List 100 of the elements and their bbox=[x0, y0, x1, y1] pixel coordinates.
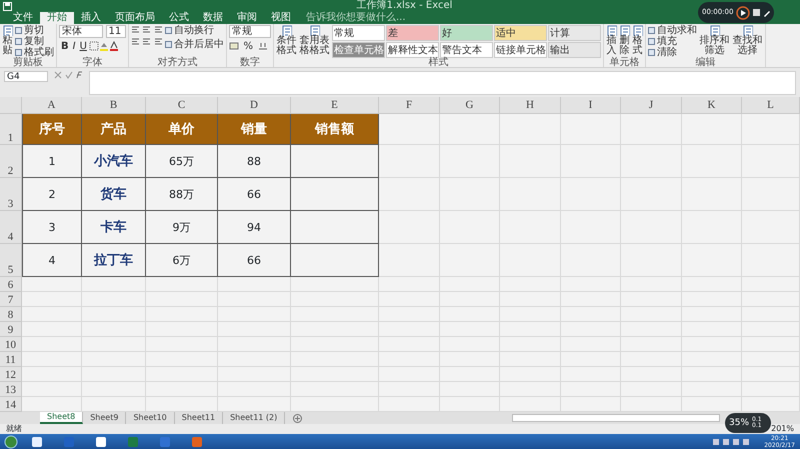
horizontal-scrollbar[interactable] bbox=[512, 414, 720, 422]
ribbon-tab[interactable]: 数据 bbox=[196, 12, 230, 24]
ribbon-button[interactable]: 查找和选择 bbox=[732, 25, 763, 56]
font-color-icon[interactable] bbox=[108, 40, 119, 50]
style-swatch[interactable]: 差 bbox=[386, 25, 439, 41]
ribbon-tab[interactable]: 视图 bbox=[264, 12, 298, 24]
column-header[interactable]: G bbox=[440, 97, 500, 114]
style-swatch[interactable]: 好 bbox=[440, 25, 493, 41]
document-icon bbox=[632, 25, 643, 36]
table-cell: 66 bbox=[218, 244, 291, 277]
column-header[interactable]: J bbox=[621, 97, 682, 114]
style-swatch[interactable]: 常规 bbox=[332, 25, 385, 41]
column-header[interactable]: L bbox=[742, 97, 800, 114]
play-icon[interactable] bbox=[736, 6, 750, 20]
ribbon-button[interactable]: 清除 bbox=[648, 47, 697, 58]
search-hint[interactable]: 告诉我你想要做什么... bbox=[306, 12, 406, 24]
empty-cell[interactable] bbox=[291, 244, 379, 277]
row-header[interactable]: 8 bbox=[0, 307, 22, 322]
column-header[interactable]: F bbox=[379, 97, 440, 114]
row-header[interactable]: 9 bbox=[0, 322, 22, 337]
column-header[interactable]: C bbox=[146, 97, 218, 114]
ribbon-button[interactable]: 粘贴 bbox=[2, 25, 13, 56]
size-field[interactable]: 11 bbox=[106, 25, 126, 38]
ribbon-button[interactable]: 格式刷 bbox=[15, 47, 54, 58]
ribbon-button[interactable]: 填充 bbox=[648, 36, 697, 47]
decimal-icon[interactable] bbox=[258, 40, 268, 50]
cancel-icon[interactable] bbox=[54, 71, 62, 79]
style-swatch[interactable]: 解释性文本 bbox=[386, 42, 439, 58]
pen-icon[interactable] bbox=[763, 8, 772, 16]
add-sheet-icon[interactable] bbox=[293, 414, 302, 422]
align-icon[interactable] bbox=[142, 36, 151, 46]
row-header[interactable]: 10 bbox=[0, 337, 22, 352]
empty-cell[interactable] bbox=[291, 145, 379, 178]
style-swatch[interactable]: 适中 bbox=[494, 25, 547, 41]
row-header[interactable]: 4 bbox=[0, 211, 22, 244]
row-header[interactable]: 2 bbox=[0, 145, 22, 178]
column-header[interactable]: B bbox=[82, 97, 146, 114]
font-field[interactable]: 宋体 bbox=[59, 25, 103, 38]
ribbon-tab[interactable]: 公式 bbox=[162, 12, 196, 24]
column-header[interactable]: I bbox=[561, 97, 621, 114]
stop-icon[interactable] bbox=[753, 9, 760, 16]
row-header[interactable]: 14 bbox=[0, 397, 22, 412]
currency-icon[interactable] bbox=[229, 40, 239, 50]
row-header[interactable]: 6 bbox=[0, 277, 22, 292]
ribbon-button[interactable]: 条件格式 bbox=[276, 25, 297, 56]
column-header[interactable]: D bbox=[218, 97, 291, 114]
empty-cell[interactable] bbox=[291, 211, 379, 244]
select-all-corner[interactable] bbox=[0, 97, 22, 114]
check-icon[interactable] bbox=[64, 71, 72, 79]
row-header[interactable]: 7 bbox=[0, 292, 22, 307]
start-icon[interactable] bbox=[4, 434, 18, 448]
ribbon-tab[interactable]: 插入 bbox=[74, 12, 108, 24]
style-swatch[interactable]: 输出 bbox=[548, 42, 601, 58]
column-header[interactable]: E bbox=[291, 97, 379, 114]
table-cell: 94 bbox=[218, 211, 291, 244]
row-header[interactable]: 12 bbox=[0, 367, 22, 382]
column-header[interactable]: H bbox=[500, 97, 561, 114]
ribbon-button[interactable]: 自动换行 bbox=[165, 25, 224, 36]
save-icon bbox=[2, 2, 12, 10]
row-header[interactable]: 11 bbox=[0, 352, 22, 367]
sheet-tab[interactable]: Sheet8 bbox=[40, 412, 84, 424]
style-swatch[interactable]: 链接单元格 bbox=[494, 42, 547, 58]
ribbon-button[interactable]: 插入 bbox=[606, 25, 617, 56]
ribbon-tab[interactable]: 审阅 bbox=[230, 12, 264, 24]
align-icon[interactable] bbox=[130, 36, 140, 46]
ribbon-button[interactable]: 合并后居中 bbox=[165, 38, 224, 50]
ribbon-tab[interactable]: 文件 bbox=[6, 12, 40, 24]
format-button[interactable]: U bbox=[78, 40, 89, 52]
ribbon-button[interactable]: 格式 bbox=[632, 25, 643, 56]
ribbon-button[interactable]: 剪切 bbox=[15, 25, 54, 36]
column-header[interactable]: K bbox=[682, 97, 742, 114]
ribbon-button[interactable]: 复制 bbox=[15, 36, 54, 47]
style-swatch[interactable]: 警告文本 bbox=[440, 42, 493, 58]
row-header[interactable]: 5 bbox=[0, 244, 22, 277]
row-header[interactable]: 1 bbox=[0, 114, 22, 145]
align-icon[interactable] bbox=[130, 25, 140, 34]
formula-field[interactable] bbox=[89, 71, 796, 95]
number-format-field[interactable]: 常规 bbox=[229, 25, 271, 38]
align-icon[interactable] bbox=[154, 36, 162, 46]
format-button[interactable]: % bbox=[242, 40, 256, 52]
align-icon[interactable] bbox=[154, 25, 162, 34]
group-label: 样式 bbox=[428, 58, 450, 67]
align-icon[interactable] bbox=[142, 25, 151, 34]
ribbon-tab[interactable]: 开始 bbox=[40, 12, 74, 24]
row-header[interactable]: 13 bbox=[0, 382, 22, 397]
ribbon-button[interactable]: 排序和筛选 bbox=[699, 25, 730, 56]
format-button[interactable]: B bbox=[59, 40, 71, 52]
fill-color-icon[interactable] bbox=[98, 40, 109, 50]
name-box[interactable]: G4 bbox=[4, 71, 48, 82]
ribbon-button[interactable]: 删除 bbox=[619, 25, 630, 56]
style-swatch[interactable]: 计算 bbox=[548, 25, 601, 41]
format-button[interactable]: I bbox=[70, 40, 78, 52]
function-icon[interactable] bbox=[75, 71, 83, 79]
ribbon-button[interactable]: 自动求和 bbox=[648, 25, 697, 36]
border-icon[interactable] bbox=[88, 40, 99, 50]
ribbon-button[interactable]: 套用表格格式 bbox=[299, 25, 330, 56]
column-header[interactable]: A bbox=[22, 97, 82, 114]
ribbon-tab[interactable]: 页面布局 bbox=[108, 12, 162, 24]
empty-cell[interactable] bbox=[291, 178, 379, 211]
row-header[interactable]: 3 bbox=[0, 178, 22, 211]
